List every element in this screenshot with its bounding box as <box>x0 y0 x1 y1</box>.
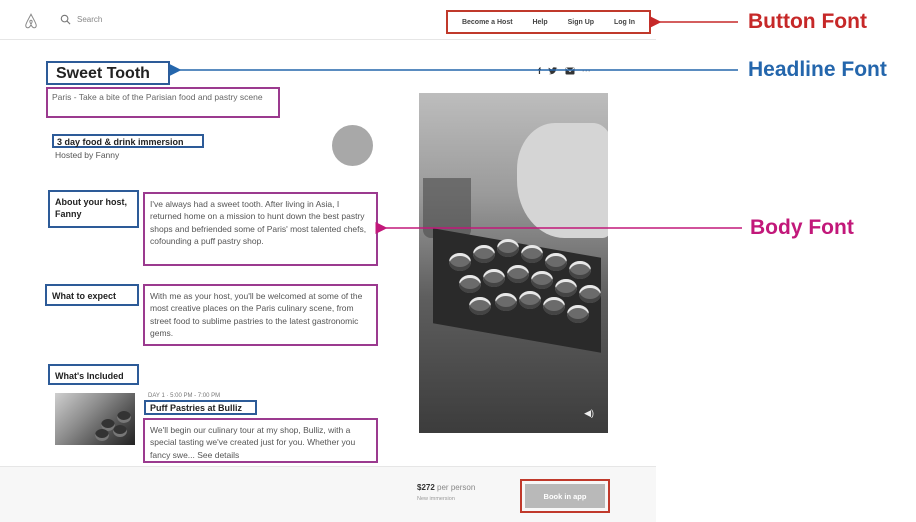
price-value: $272 <box>417 483 435 492</box>
hero-photo[interactable]: ◀) <box>419 93 608 433</box>
price-text: $272 per person <box>417 483 475 492</box>
host-avatar[interactable] <box>332 125 373 166</box>
per-person-label: per person <box>437 483 476 492</box>
airbnb-logo-icon[interactable] <box>22 12 40 30</box>
top-navigation-bar: Search Become a Host Help Sign Up Log In <box>0 0 656 40</box>
about-host-text: I've always had a sweet tooth. After liv… <box>143 192 378 266</box>
new-immersion-label: New immersion <box>417 496 455 502</box>
become-a-host-link[interactable]: Become a Host <box>462 19 513 26</box>
experience-page: Search Become a Host Help Sign Up Log In… <box>0 0 656 522</box>
activity-title: Puff Pastries at Bulliz <box>144 400 257 415</box>
headline-font-annotation: Headline Font <box>748 58 887 81</box>
day-schedule: DAY 1 · 5:00 PM - 7:00 PM <box>148 393 221 399</box>
puff-pastry-thumbnail[interactable] <box>55 393 135 445</box>
twitter-icon[interactable] <box>548 66 558 76</box>
whats-included-heading: What's Included <box>48 364 139 385</box>
about-host-heading: About your host, Fanny <box>48 190 139 228</box>
photo-hand <box>517 123 608 238</box>
button-font-annotation: Button Font <box>748 10 867 33</box>
immersion-label: 3 day food & drink immersion <box>52 134 204 148</box>
search-placeholder: Search <box>77 15 103 24</box>
sign-up-link[interactable]: Sign Up <box>568 19 594 26</box>
nav-links-highlight-box: Become a Host Help Sign Up Log In <box>446 10 651 34</box>
help-link[interactable]: Help <box>532 19 547 26</box>
listing-title: Sweet Tooth <box>46 61 170 85</box>
hosted-by-text: Hosted by Fanny <box>55 150 120 160</box>
search-icon <box>60 14 71 25</box>
booking-footer: $272 per person New immersion Book in ap… <box>0 466 656 522</box>
body-font-annotation: Body Font <box>750 216 854 239</box>
what-to-expect-heading: What to expect <box>45 284 139 306</box>
log-in-link[interactable]: Log In <box>614 19 635 26</box>
photo-glass <box>423 178 471 238</box>
email-icon[interactable] <box>565 67 575 75</box>
book-in-app-button[interactable]: Book in app <box>525 484 605 508</box>
what-to-expect-text: With me as your host, you'll be welcomed… <box>143 284 378 346</box>
listing-subtitle: Paris - Take a bite of the Parisian food… <box>46 87 280 118</box>
more-icon[interactable]: ··· <box>582 66 591 76</box>
book-button-highlight-box: Book in app <box>520 479 610 513</box>
social-share-icons: f ··· <box>538 66 591 76</box>
sound-icon[interactable]: ◀) <box>584 408 594 419</box>
activity-description: We'll begin our culinary tour at my shop… <box>143 418 378 463</box>
facebook-icon[interactable]: f <box>538 66 541 76</box>
search-box[interactable]: Search <box>60 14 102 25</box>
